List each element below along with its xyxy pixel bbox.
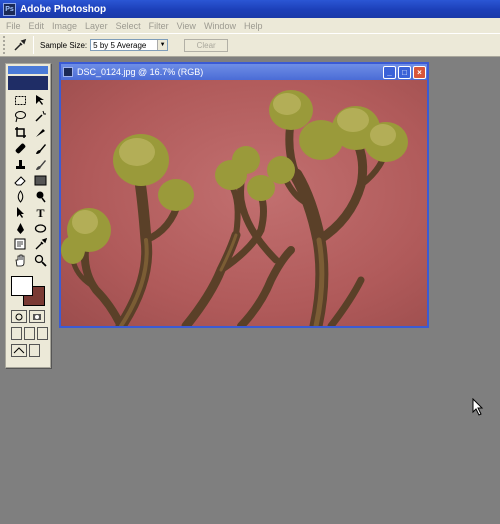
clear-button[interactable]: Clear bbox=[184, 38, 229, 52]
menu-window[interactable]: Window bbox=[200, 21, 240, 31]
jump-button-row bbox=[11, 344, 50, 357]
document-title: DSC_0124.jpg @ 16.7% (RGB) bbox=[77, 67, 204, 77]
type-icon[interactable]: T bbox=[31, 205, 49, 220]
notes-icon[interactable] bbox=[11, 237, 29, 252]
menu-filter[interactable]: Filter bbox=[145, 21, 173, 31]
path-select-icon[interactable] bbox=[11, 205, 29, 220]
healing-brush-icon[interactable] bbox=[11, 141, 29, 156]
foreground-color-swatch[interactable] bbox=[11, 276, 33, 296]
app-title: Adobe Photoshop bbox=[20, 3, 107, 15]
maximize-button[interactable]: □ bbox=[398, 65, 411, 79]
image-canvas[interactable] bbox=[61, 80, 427, 326]
standard-mode-button[interactable] bbox=[11, 310, 27, 323]
quick-mask-mode-button[interactable] bbox=[29, 310, 45, 323]
menu-view[interactable]: View bbox=[173, 21, 200, 31]
stamp-icon[interactable] bbox=[11, 157, 29, 172]
close-button[interactable]: × bbox=[413, 65, 426, 79]
history-brush-icon[interactable] bbox=[31, 157, 49, 172]
menu-help[interactable]: Help bbox=[240, 21, 267, 31]
blur-icon[interactable] bbox=[11, 189, 29, 204]
menu-image[interactable]: Image bbox=[48, 21, 81, 31]
options-separator bbox=[33, 36, 34, 54]
chevron-down-icon[interactable]: ▼ bbox=[157, 40, 168, 50]
screen-mode-buttons bbox=[11, 327, 50, 340]
magic-wand-icon[interactable] bbox=[31, 109, 49, 124]
menu-layer[interactable]: Layer bbox=[81, 21, 112, 31]
options-grip[interactable] bbox=[3, 36, 7, 54]
jump-to-imageready-icon[interactable] bbox=[11, 344, 27, 357]
toolbox-titlebar[interactable] bbox=[8, 66, 48, 74]
lasso-icon[interactable] bbox=[11, 109, 29, 124]
tool-grid: T bbox=[11, 93, 50, 268]
mouse-cursor-icon bbox=[472, 397, 484, 418]
adobe-online-logo-icon[interactable] bbox=[8, 76, 48, 90]
zoom-icon[interactable] bbox=[31, 253, 49, 268]
menu-select[interactable]: Select bbox=[112, 21, 145, 31]
mask-mode-buttons bbox=[11, 310, 50, 323]
full-screen-menu-button[interactable] bbox=[24, 327, 35, 340]
full-screen-button[interactable] bbox=[37, 327, 48, 340]
marquee-icon[interactable] bbox=[11, 93, 29, 108]
gradient-icon[interactable] bbox=[31, 173, 49, 188]
brush-icon[interactable] bbox=[31, 141, 49, 156]
document-titlebar[interactable]: DSC_0124.jpg @ 16.7% (RGB) _ □ × bbox=[61, 64, 427, 80]
options-bar: Sample Size: 5 by 5 Average ▼ Clear bbox=[0, 33, 500, 57]
menu-edit[interactable]: Edit bbox=[25, 21, 49, 31]
imageready-icon[interactable] bbox=[29, 344, 40, 357]
pen-icon[interactable] bbox=[11, 221, 29, 236]
move-icon[interactable] bbox=[31, 93, 49, 108]
shape-icon[interactable] bbox=[31, 221, 49, 236]
slice-icon[interactable] bbox=[31, 125, 49, 140]
document-window: DSC_0124.jpg @ 16.7% (RGB) _ □ × bbox=[59, 62, 429, 328]
menu-file[interactable]: File bbox=[2, 21, 25, 31]
color-swatches bbox=[11, 274, 47, 306]
menu-bar: File Edit Image Layer Select Filter View… bbox=[0, 18, 500, 33]
toolbox-palette: T bbox=[5, 63, 51, 368]
eyedropper-tool-icon[interactable] bbox=[31, 237, 49, 252]
svg-text:T: T bbox=[36, 206, 44, 219]
eraser-icon[interactable] bbox=[11, 173, 29, 188]
document-icon bbox=[63, 67, 73, 77]
standard-screen-button[interactable] bbox=[11, 327, 22, 340]
hand-icon[interactable] bbox=[11, 253, 29, 268]
eyedropper-icon[interactable] bbox=[11, 36, 29, 54]
crop-icon[interactable] bbox=[11, 125, 29, 140]
photoshop-logo-icon: Ps bbox=[3, 2, 16, 16]
minimize-button[interactable]: _ bbox=[383, 65, 396, 79]
app-titlebar: Ps Adobe Photoshop bbox=[0, 0, 500, 18]
dodge-icon[interactable] bbox=[31, 189, 49, 204]
sample-size-label: Sample Size: bbox=[40, 40, 88, 50]
joshua-tree-photo bbox=[61, 80, 427, 326]
sample-size-select[interactable]: 5 by 5 Average ▼ bbox=[90, 39, 169, 51]
sample-size-value: 5 by 5 Average bbox=[93, 40, 147, 50]
